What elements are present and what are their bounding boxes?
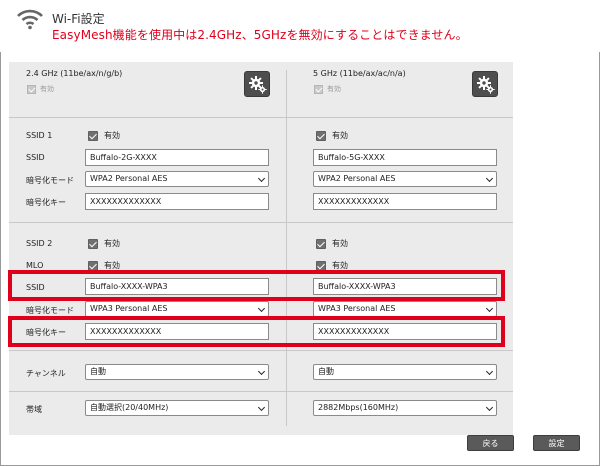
band-5-enabled: 有効: [314, 84, 341, 94]
band-24-ssid2-enabled-checkbox[interactable]: 有効: [88, 238, 120, 249]
label-ssid1: SSID 1: [26, 131, 53, 140]
chevron-down-icon: [485, 304, 494, 313]
checkbox-icon: [316, 130, 326, 141]
band-24-bandwidth-select[interactable]: 自動選択(20/40MHz): [85, 400, 269, 416]
label-encryption-key: 暗号化キー: [26, 198, 66, 207]
checkbox-icon: [316, 238, 326, 249]
label-channel: チャンネル: [26, 369, 66, 378]
apply-button[interactable]: 設定: [533, 435, 580, 451]
wifi-icon: [17, 9, 43, 30]
divider: [9, 222, 513, 223]
chevron-down-icon: [485, 367, 494, 376]
band-5-ssid1-enabled-checkbox[interactable]: 有効: [316, 130, 348, 141]
highlight-key-row: [8, 316, 505, 347]
band-24-channel-select[interactable]: 自動: [85, 364, 269, 380]
checkbox-icon: [314, 84, 323, 94]
gear-icon: [477, 76, 495, 94]
band-5-channel-select[interactable]: 自動: [313, 364, 497, 380]
checkbox-icon: [88, 260, 98, 271]
band-24-name: 2.4 GHz (11be/ax/n/g/b): [26, 69, 123, 78]
band-5-name: 5 GHz (11be/ax/ac/n/a): [313, 69, 406, 78]
band-24-settings-button[interactable]: [244, 71, 270, 97]
chevron-down-icon: [485, 403, 494, 412]
label-ssid2: SSID 2: [26, 239, 53, 248]
band-5-ssid1-input[interactable]: Buffalo-5G-XXXX: [313, 149, 497, 166]
header: Wi-Fi設定 EasyMesh機能を使用中は2.4GHz、5GHzを無効にする…: [0, 0, 600, 52]
label-ssid: SSID: [26, 153, 45, 162]
divider: [9, 117, 513, 118]
chevron-down-icon: [257, 304, 266, 313]
gear-icon: [249, 76, 267, 94]
band-5-bandwidth-select[interactable]: 2882Mbps(160MHz): [313, 400, 497, 416]
label-bandwidth: 帯域: [26, 405, 42, 414]
chevron-down-icon: [257, 367, 266, 376]
band-5-ssid1-key-input[interactable]: XXXXXXXXXXXXX: [313, 193, 497, 210]
checkbox-icon: [88, 130, 98, 141]
band-24-ssid1-enabled-checkbox[interactable]: 有効: [88, 130, 120, 141]
highlight-ssid-row: [8, 270, 505, 301]
checkbox-icon: [316, 260, 326, 271]
divider: [9, 391, 513, 392]
band-5-ssid2-encryption-select[interactable]: WPA3 Personal AES: [313, 301, 497, 317]
chevron-down-icon: [257, 174, 266, 183]
label-encryption-mode: 暗号化モード: [26, 176, 74, 185]
checkbox-icon: [88, 238, 98, 249]
chevron-down-icon: [257, 403, 266, 412]
band-5-ssid2-enabled-checkbox[interactable]: 有効: [316, 238, 348, 249]
checkbox-icon: [27, 84, 36, 94]
band-5-settings-button[interactable]: [472, 71, 498, 97]
page-title: Wi-Fi設定: [52, 12, 105, 26]
chevron-down-icon: [485, 174, 494, 183]
band-24-ssid1-encryption-select[interactable]: WPA2 Personal AES: [85, 171, 269, 187]
label-encryption-mode-2: 暗号化モード: [26, 306, 74, 315]
band-24-enabled: 有効: [27, 84, 54, 94]
divider: [9, 350, 513, 351]
band-5-ssid1-encryption-select[interactable]: WPA2 Personal AES: [313, 171, 497, 187]
band-24-ssid1-key-input[interactable]: XXXXXXXXXXXXX: [85, 193, 269, 210]
column-divider: [286, 70, 287, 426]
back-button[interactable]: 戻る: [467, 435, 514, 451]
label-mlo: MLO: [26, 261, 44, 270]
warning-message: EasyMesh機能を使用中は2.4GHz、5GHzを無効にすることはできません…: [52, 28, 468, 42]
band-24-ssid1-input[interactable]: Buffalo-2G-XXXX: [85, 149, 269, 166]
band-24-ssid2-encryption-select[interactable]: WPA3 Personal AES: [85, 301, 269, 317]
